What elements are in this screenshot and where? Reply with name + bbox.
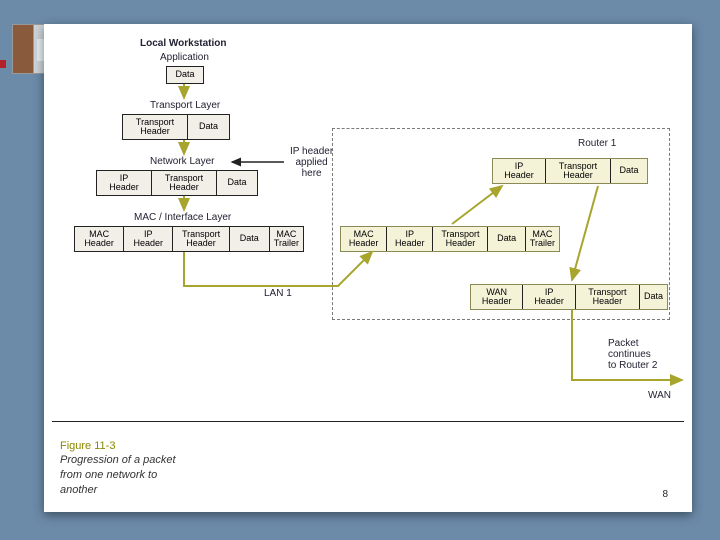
figure-caption-text: Progression of a packet from one network… xyxy=(60,454,176,496)
figure-caption: Figure 11-3 Progression of a packet from… xyxy=(60,439,176,498)
packet-progression-diagram: Local Workstation Application Data Trans… xyxy=(52,30,684,422)
figure-number: Figure 11-3 xyxy=(60,440,115,452)
page-number: 8 xyxy=(662,489,668,500)
indicator-tick xyxy=(0,60,6,68)
arrow-layer xyxy=(52,30,692,430)
diagram-page: Local Workstation Application Data Trans… xyxy=(44,24,692,512)
slide-stage: Local Workstation Application Data Trans… xyxy=(0,0,720,540)
